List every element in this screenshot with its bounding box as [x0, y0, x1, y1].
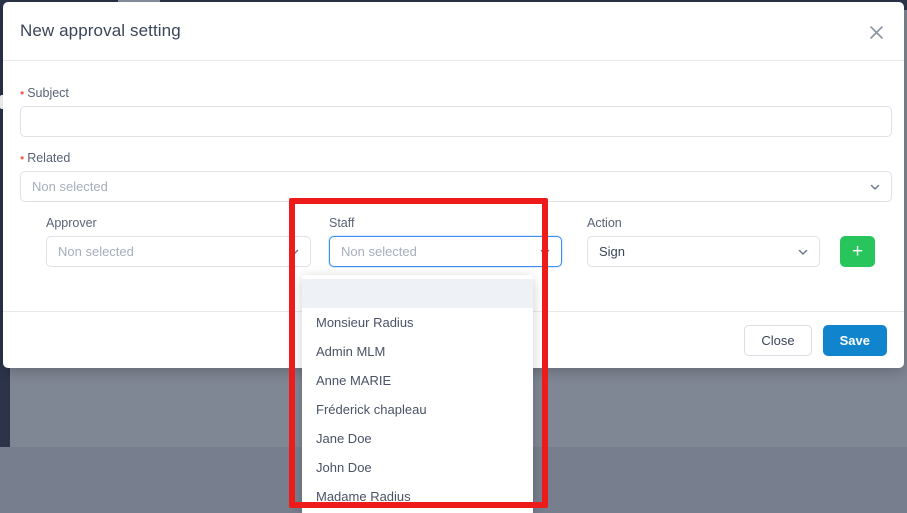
approver-field-group: Approver Non selected	[46, 216, 311, 267]
staff-option[interactable]: Anne MARIE	[302, 366, 533, 395]
chevron-down-icon	[539, 246, 551, 258]
required-marker-icon: •	[20, 86, 25, 100]
chevron-down-icon	[869, 181, 881, 193]
screen: New approval setting • Subject • Related N…	[0, 0, 907, 513]
related-select[interactable]: Non selected	[20, 171, 892, 202]
action-field-group: Action Sign	[587, 216, 820, 267]
subject-label-text: Subject	[27, 86, 69, 100]
subject-field-group: • Subject	[20, 86, 892, 137]
staff-option[interactable]: Monsieur Radius	[302, 308, 533, 337]
related-label-text: Related	[27, 151, 71, 165]
dialog-header: New approval setting	[3, 2, 904, 61]
staff-option[interactable]: Jane Doe	[302, 424, 533, 453]
related-field-group: • Related Non selected	[20, 151, 892, 202]
chevron-down-icon	[797, 246, 809, 258]
staff-option[interactable]: Madame Radius	[302, 482, 533, 511]
staff-field-group: Staff Non selected	[329, 216, 562, 267]
save-button[interactable]: Save	[822, 324, 887, 356]
staff-select-value: Non selected	[341, 244, 417, 259]
staff-label: Staff	[329, 216, 355, 230]
staff-option[interactable]: Admin MLM	[302, 337, 533, 366]
approver-select-value: Non selected	[58, 244, 134, 259]
action-label: Action	[587, 216, 622, 230]
staff-option[interactable]: Fréderick chapleau	[302, 395, 533, 424]
approver-select[interactable]: Non selected	[46, 236, 311, 267]
subject-label: • Subject	[20, 86, 892, 100]
chevron-down-icon	[288, 246, 300, 258]
approval-rule-row: Approver Non selected Staff Non selected	[20, 216, 892, 267]
staff-select[interactable]: Non selected	[329, 236, 562, 267]
related-label: • Related	[20, 151, 892, 165]
dialog-title: New approval setting	[20, 21, 181, 40]
staff-dropdown-menu[interactable]: Monsieur Radius Admin MLM Anne MARIE Fréder…	[302, 275, 533, 513]
dialog-body: • Subject • Related Non selected Approver …	[3, 61, 904, 311]
action-select-value: Sign	[599, 244, 626, 259]
subject-input[interactable]	[20, 106, 892, 137]
approver-label: Approver	[46, 216, 97, 230]
staff-option[interactable]: John Doe	[302, 453, 533, 482]
staff-option-blank[interactable]	[302, 279, 533, 308]
close-icon[interactable]	[864, 20, 888, 44]
add-approval-row-button[interactable]: +	[840, 236, 875, 267]
add-row-group: +	[840, 236, 875, 267]
required-marker-icon: •	[20, 151, 25, 165]
action-select[interactable]: Sign	[587, 236, 820, 267]
close-button[interactable]: Close	[744, 324, 812, 356]
related-select-value: Non selected	[32, 179, 108, 194]
